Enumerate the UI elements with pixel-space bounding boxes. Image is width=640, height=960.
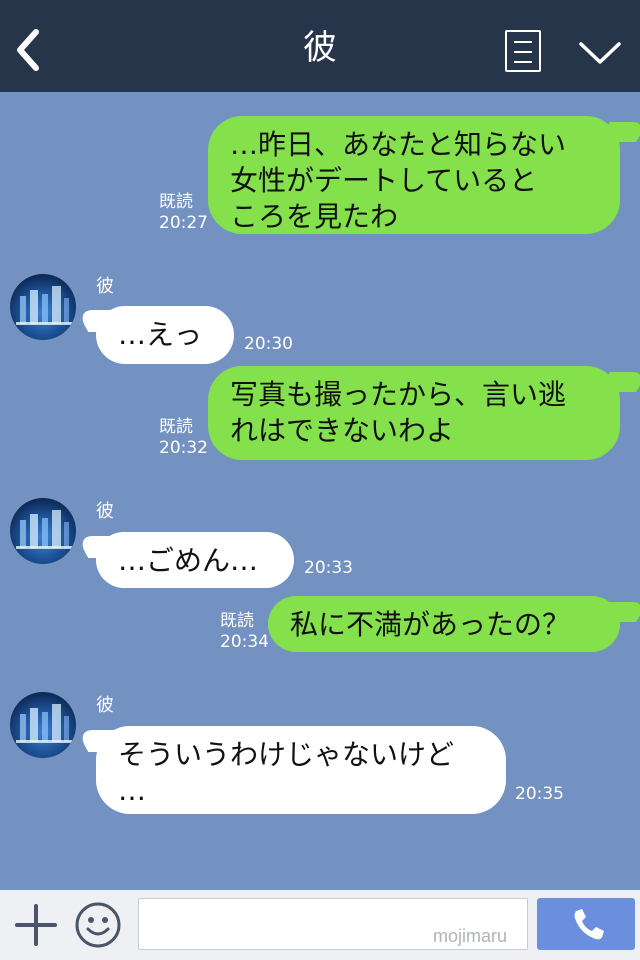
- message-line: そういうわけじゃないけど: [118, 738, 455, 771]
- message-line: 私に不満があったの？: [290, 608, 571, 641]
- collapse-button[interactable]: [578, 40, 622, 68]
- sender-name: 彼: [96, 276, 114, 297]
- sender-name: 彼: [96, 695, 114, 716]
- message-bubble-received[interactable]: そういうわけじゃないけど …: [96, 726, 506, 814]
- message-list: …昨日、あなたと知らない 女性がデートしていると ころを見たわ 既読 20:27…: [0, 92, 640, 890]
- message-line: …昨日、あなたと知らない: [230, 128, 567, 161]
- message-line: 写真も撮ったから、言い逃: [230, 378, 567, 411]
- read-receipt: 既読: [220, 611, 254, 631]
- timestamp: 20:35: [515, 784, 564, 804]
- message-bubble-received[interactable]: …えっ: [96, 306, 234, 364]
- watermark: mojimaru: [433, 926, 508, 946]
- message-bubble-sent[interactable]: 私に不満があったの？: [268, 596, 620, 652]
- message-line: れはできないわよ: [230, 414, 455, 447]
- message-line: …ごめん…: [118, 544, 259, 577]
- read-receipt: 既読: [159, 417, 193, 437]
- plus-icon: [15, 904, 57, 946]
- message-meta: 既読 20:32: [159, 417, 208, 459]
- sender-name: 彼: [96, 501, 114, 522]
- message-meta: 既読 20:34: [220, 611, 269, 653]
- read-receipt: 既読: [159, 192, 193, 212]
- message-line: 女性がデートしていると: [230, 164, 538, 197]
- emoji-button[interactable]: [74, 901, 122, 949]
- avatar[interactable]: [10, 498, 76, 564]
- avatar[interactable]: [10, 274, 76, 340]
- chat-title: 彼: [303, 28, 337, 68]
- message-bubble-sent[interactable]: 写真も撮ったから、言い逃 れはできないわよ: [208, 366, 620, 460]
- timestamp: 20:33: [304, 558, 353, 578]
- smiley-icon: [75, 902, 121, 948]
- message-line: …えっ: [118, 318, 203, 351]
- avatar[interactable]: [10, 692, 76, 758]
- menu-button[interactable]: [505, 30, 541, 72]
- add-button[interactable]: [14, 903, 58, 947]
- timestamp: 20:34: [220, 632, 269, 652]
- phone-icon: [574, 909, 604, 940]
- timestamp: 20:27: [159, 213, 208, 233]
- message-line: …: [118, 774, 146, 807]
- message-bubble-received[interactable]: …ごめん…: [96, 532, 294, 588]
- timestamp: 20:32: [159, 438, 208, 458]
- message-line: ころを見たわ: [230, 200, 399, 233]
- timestamp: 20:30: [244, 334, 293, 354]
- message-bubble-sent[interactable]: …昨日、あなたと知らない 女性がデートしていると ころを見たわ: [208, 116, 620, 234]
- chat-header: 彼: [0, 0, 640, 92]
- chevron-down-icon: [579, 42, 621, 64]
- message-meta: 既読 20:27: [159, 192, 208, 234]
- call-button[interactable]: [537, 898, 635, 950]
